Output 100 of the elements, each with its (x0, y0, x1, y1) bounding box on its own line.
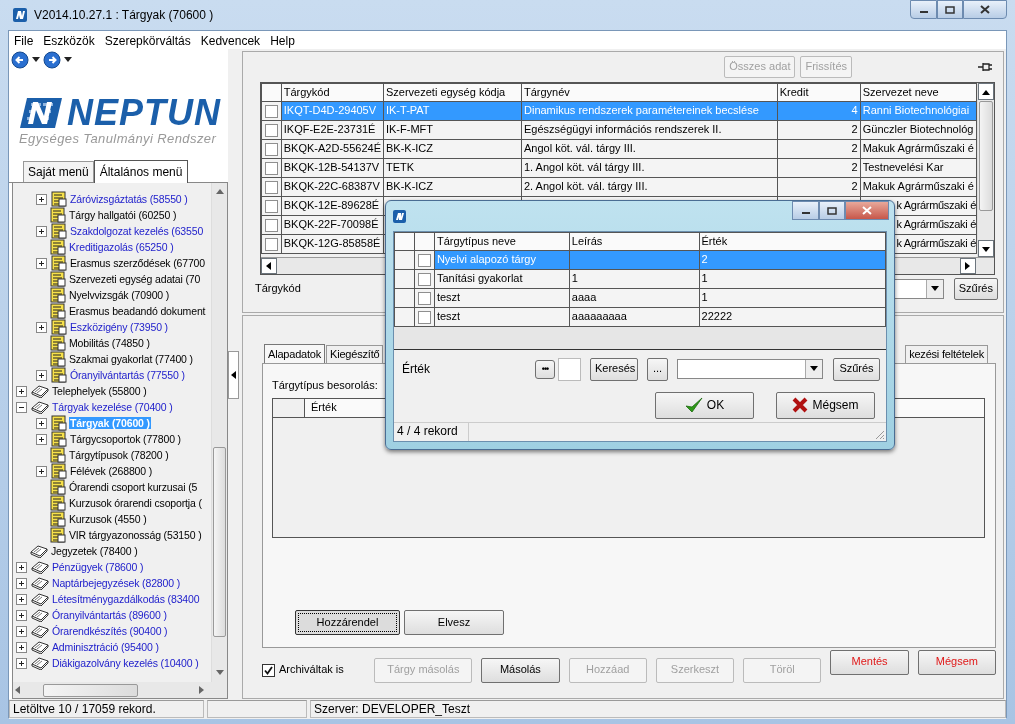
expander-icon[interactable] (16, 401, 27, 413)
checkbox[interactable] (264, 142, 278, 156)
pin-icon[interactable] (977, 61, 993, 73)
expander-icon[interactable] (16, 561, 27, 573)
tree-item[interactable]: Félévek (268800 ) (69, 464, 154, 478)
expander-icon[interactable] (36, 321, 47, 333)
action-button[interactable]: Elvesz (404, 610, 504, 635)
tab[interactable]: Kiegészítő (326, 344, 384, 363)
tree-item[interactable]: Naptárbejegyzések (82800 ) (51, 576, 181, 590)
column-header[interactable]: Szervezet neve (860, 83, 977, 102)
checkbox[interactable] (264, 199, 278, 213)
sidebar-tab[interactable]: Általános menü (93, 159, 189, 183)
scrollbar[interactable] (211, 183, 227, 682)
minimize-button[interactable] (792, 201, 819, 220)
menu-item[interactable]: Szerepkörváltás (99, 31, 196, 49)
column-header[interactable]: Tárgynév (521, 83, 778, 102)
cancel-button[interactable]: Mégsem (776, 391, 875, 419)
expander-icon[interactable] (36, 193, 47, 205)
action-button[interactable]: Mentés (830, 649, 909, 675)
expander-icon[interactable] (16, 593, 27, 605)
expander-icon[interactable] (36, 369, 47, 381)
expander-icon[interactable] (36, 465, 47, 477)
collapse-button[interactable] (228, 351, 239, 399)
column-header[interactable]: Tárgykód (281, 83, 384, 102)
tree-item[interactable]: Kurzusok (4550 ) (68, 512, 148, 526)
scroll-thumb[interactable] (979, 101, 993, 211)
expander-icon[interactable] (36, 417, 47, 429)
expander-icon[interactable] (36, 433, 47, 445)
sidebar-tab[interactable]: Saját menü (23, 160, 94, 182)
tree-item[interactable]: Tárgytípusok (78200 ) (68, 448, 170, 462)
checkbox[interactable] (417, 291, 431, 305)
search-button[interactable]: Keresés (590, 357, 638, 381)
expander-icon[interactable] (36, 257, 47, 269)
column-header[interactable]: Tárgytípus neve (434, 232, 570, 251)
checkbox[interactable] (264, 237, 278, 251)
tree-item[interactable]: Erasmus szerződések (67700 (69, 256, 206, 270)
checkbox[interactable] (417, 272, 431, 286)
checkbox[interactable] (264, 104, 278, 118)
tree-item[interactable]: Tárgycsoportok (77800 ) (69, 432, 182, 446)
tree-item[interactable]: Szervezeti egység adatai (70 (68, 272, 202, 286)
tree-item[interactable]: Tárgyak kezelése (70400 ) (51, 400, 174, 414)
scroll-thumb[interactable] (213, 447, 226, 637)
column-header[interactable]: Kredit (777, 83, 861, 102)
tree-item[interactable]: Adminisztráció (95400 ) (51, 640, 160, 654)
checkbox[interactable] (264, 218, 278, 232)
ok-button[interactable]: OK (655, 391, 754, 419)
expander-icon[interactable] (36, 225, 47, 237)
scrollbar[interactable] (13, 682, 227, 698)
column-header[interactable]: Érték (699, 232, 886, 251)
tree-item[interactable]: Óranyilvántartás (77550 ) (69, 368, 186, 382)
tree-item[interactable]: Kreditigazolás (65250 ) (68, 240, 175, 254)
action-button[interactable]: Hozzárendel (295, 610, 400, 635)
tree-item[interactable]: Órarendkészítés (90400 ) (51, 624, 169, 638)
maximize-button[interactable] (819, 201, 845, 220)
combo-box[interactable] (677, 359, 823, 379)
checkbox[interactable] (262, 663, 275, 677)
menu-item[interactable]: Kedvencek (195, 31, 266, 49)
minimize-button[interactable] (910, 0, 937, 19)
menu-item[interactable]: File (9, 31, 39, 49)
scrollbar[interactable] (977, 83, 994, 257)
tree-item[interactable]: Pénzügyek (78600 ) (51, 560, 145, 574)
expander-icon[interactable] (16, 641, 27, 653)
input-field[interactable] (558, 357, 581, 381)
menu-item[interactable]: Eszközök (38, 31, 100, 49)
column-header[interactable]: Leírás (569, 232, 700, 251)
checkbox[interactable] (264, 161, 278, 175)
tab[interactable]: Alapadatok (264, 343, 326, 364)
tree-item[interactable]: Eszközigény (73950 ) (69, 320, 169, 334)
tree-item[interactable]: VIR tárgyazonosság (53150 ) (68, 528, 203, 542)
tree-item[interactable]: Mobilitás (74850 ) (68, 336, 151, 350)
browse-button[interactable]: ... (647, 357, 668, 381)
more-button[interactable]: ••• (535, 359, 555, 379)
expander-icon[interactable] (16, 625, 27, 637)
tree-item[interactable]: Kurzusok órarendi csoportja ( (68, 496, 203, 510)
scroll-thumb[interactable] (43, 683, 138, 697)
tree-item[interactable]: Szakmai gyakorlat (77400 ) (68, 352, 194, 366)
checkbox[interactable] (264, 180, 278, 194)
tree-item[interactable]: Létesítménygazdálkodás (83400 (51, 592, 201, 606)
tree-item[interactable]: Órarendi csoport kurzusai (5 (68, 480, 199, 494)
tree-item[interactable]: Óranyilvántartás (89600 ) (51, 608, 168, 622)
menu-item[interactable]: Help (265, 31, 300, 49)
tree-item[interactable]: Jegyzetek (78400 ) (50, 544, 139, 558)
maximize-button[interactable] (937, 0, 963, 19)
expander-icon[interactable] (16, 577, 27, 589)
action-button[interactable]: Mégsem (917, 649, 996, 675)
tree-item[interactable]: Szakdolgozat kezelés (63550 (69, 224, 205, 238)
action-button[interactable]: Másolás (481, 657, 560, 683)
tree-item[interactable]: Tárgy hallgatói (60250 ) (68, 208, 178, 222)
expander-icon[interactable] (16, 385, 27, 397)
column-header[interactable]: Szervezeti egység kódja (383, 83, 522, 102)
expander-icon[interactable] (16, 657, 27, 669)
tree-item[interactable]: Telephelyek (55800 ) (51, 384, 148, 398)
checkbox[interactable] (417, 253, 431, 267)
filter-button[interactable]: Szűrés (953, 278, 998, 300)
expander-icon[interactable] (16, 609, 27, 621)
tree-item[interactable]: Erasmus beadandó dokument (68, 304, 207, 318)
tree-item[interactable]: Záróvizsgáztatás (58550 ) (69, 192, 189, 206)
checkbox[interactable] (417, 310, 431, 324)
checkbox[interactable] (264, 123, 278, 137)
tab[interactable]: kezési feltételek (905, 344, 988, 363)
